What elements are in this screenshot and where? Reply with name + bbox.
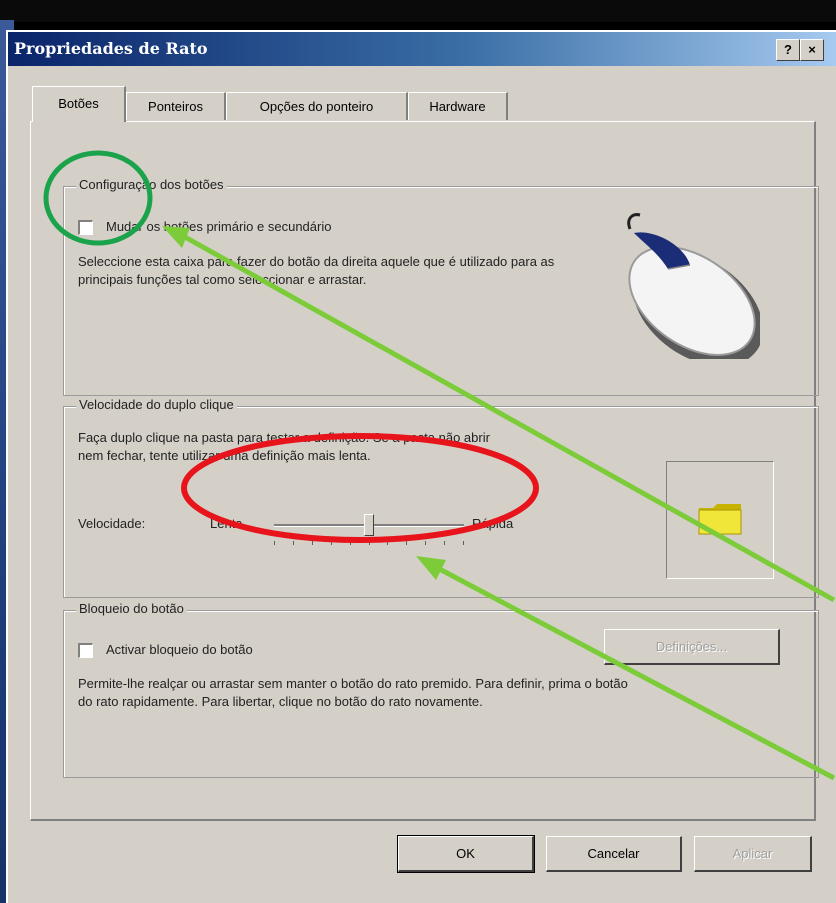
help-button[interactable]: ?	[776, 39, 800, 61]
slider-tick	[369, 541, 370, 545]
slider-tick	[350, 541, 351, 545]
title-bar: Propriedades de Rato ? ×	[8, 32, 836, 66]
speed-slider[interactable]	[274, 511, 464, 551]
tab-ponteiros[interactable]: Ponteiros	[126, 92, 226, 120]
group-double-click: Velocidade do duplo clique Faça duplo cl…	[63, 397, 819, 598]
double-click-description: Faça duplo clique na pasta para testar a…	[78, 430, 490, 463]
slider-tick	[331, 541, 332, 545]
slider-tick	[406, 541, 407, 545]
clicklock-description: Permite-lhe realçar ou arrastar sem mant…	[78, 676, 628, 709]
folder-icon	[698, 504, 742, 535]
slider-tick	[293, 541, 294, 545]
slider-tick	[444, 541, 445, 545]
clicklock-label: Activar bloqueio do botão	[106, 642, 253, 657]
apply-button[interactable]: Aplicar	[694, 836, 812, 872]
slider-tick	[387, 541, 388, 545]
ok-button[interactable]: OK	[397, 835, 535, 873]
slider-tick	[425, 541, 426, 545]
group-label-button-config: Configuração dos botões	[76, 177, 227, 192]
group-label-clicklock: Bloqueio do botão	[76, 601, 187, 616]
test-folder-area[interactable]	[666, 461, 774, 579]
mouse-icon	[627, 213, 760, 359]
mouse-properties-dialog: Propriedades de Rato ? × Botões Ponteiro…	[6, 30, 836, 903]
switch-buttons-description: Seleccione esta caixa para fazer do botã…	[78, 254, 555, 287]
group-button-config: Configuração dos botões Mudar os botões …	[63, 177, 819, 396]
slow-label: Lenta	[210, 516, 243, 531]
cancel-button[interactable]: Cancelar	[546, 836, 682, 872]
clicklock-settings-button[interactable]: Definições...	[604, 629, 780, 665]
slider-tick	[463, 541, 464, 545]
tab-panel-botoes: Configuração dos botões Mudar os botões …	[30, 121, 819, 821]
switch-buttons-checkbox[interactable]	[78, 220, 93, 235]
tab-botoes[interactable]: Botões	[32, 86, 126, 122]
group-clicklock: Bloqueio do botão Activar bloqueio do bo…	[63, 601, 819, 778]
slider-tick	[274, 541, 275, 545]
tab-opcoes-ponteiro[interactable]: Opções do ponteiro	[226, 92, 408, 120]
screen-top-edge	[0, 0, 836, 22]
fast-label: Rápida	[472, 516, 514, 531]
tab-hardware[interactable]: Hardware	[408, 92, 508, 120]
clicklock-checkbox[interactable]	[78, 643, 93, 658]
group-label-double-click: Velocidade do duplo clique	[76, 397, 237, 412]
close-button[interactable]: ×	[800, 39, 824, 61]
slider-thumb[interactable]	[364, 514, 374, 536]
window-title: Propriedades de Rato	[14, 39, 208, 58]
slider-tick	[312, 541, 313, 545]
switch-buttons-label: Mudar os botões primário e secundário	[106, 219, 332, 234]
speed-label: Velocidade:	[78, 516, 146, 531]
